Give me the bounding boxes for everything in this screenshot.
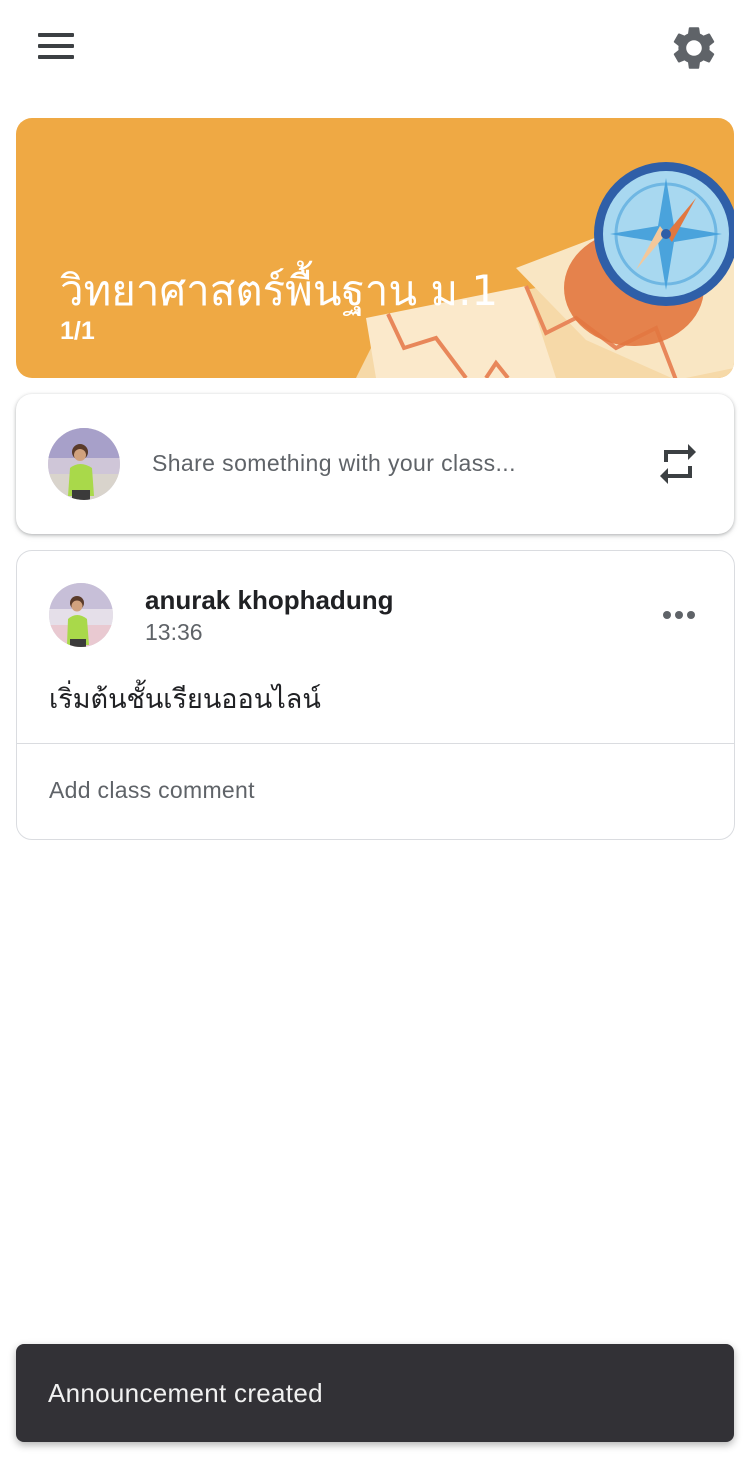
avatar [49, 583, 113, 647]
add-comment-input[interactable]: Add class comment [49, 777, 255, 804]
repost-icon[interactable] [654, 440, 702, 488]
class-title: วิทยาศาสตร์พื้นฐาน ม.1 [60, 266, 499, 315]
top-app-bar [0, 0, 750, 92]
snackbar-message: Announcement created [48, 1378, 323, 1408]
post-timestamp: 13:36 [145, 619, 203, 645]
class-stream-page: วิทยาศาสตร์พื้นฐาน ม.1 1/1 Share somethi… [0, 0, 750, 1480]
share-input[interactable]: Share something with your class... [152, 450, 516, 477]
more-horizontal-icon[interactable] [657, 597, 701, 633]
author-name: anurak khophadung [145, 585, 394, 615]
hamburger-menu-icon[interactable] [30, 26, 82, 66]
avatar [48, 428, 120, 500]
class-section: 1/1 [60, 317, 95, 345]
class-banner[interactable]: วิทยาศาสตร์พื้นฐาน ม.1 1/1 [16, 118, 734, 378]
gear-icon[interactable] [668, 22, 720, 74]
snackbar: Announcement created [16, 1344, 734, 1442]
post-body: เริ่มต้นชั้นเรียนออนไลน์ [49, 684, 321, 715]
map-and-compass-illustration [356, 162, 734, 378]
announcement-post: anurak khophadung 13:36 เริ่มต้นชั้นเรีย… [16, 550, 735, 840]
share-box[interactable]: Share something with your class... [16, 394, 734, 534]
divider [17, 743, 734, 744]
